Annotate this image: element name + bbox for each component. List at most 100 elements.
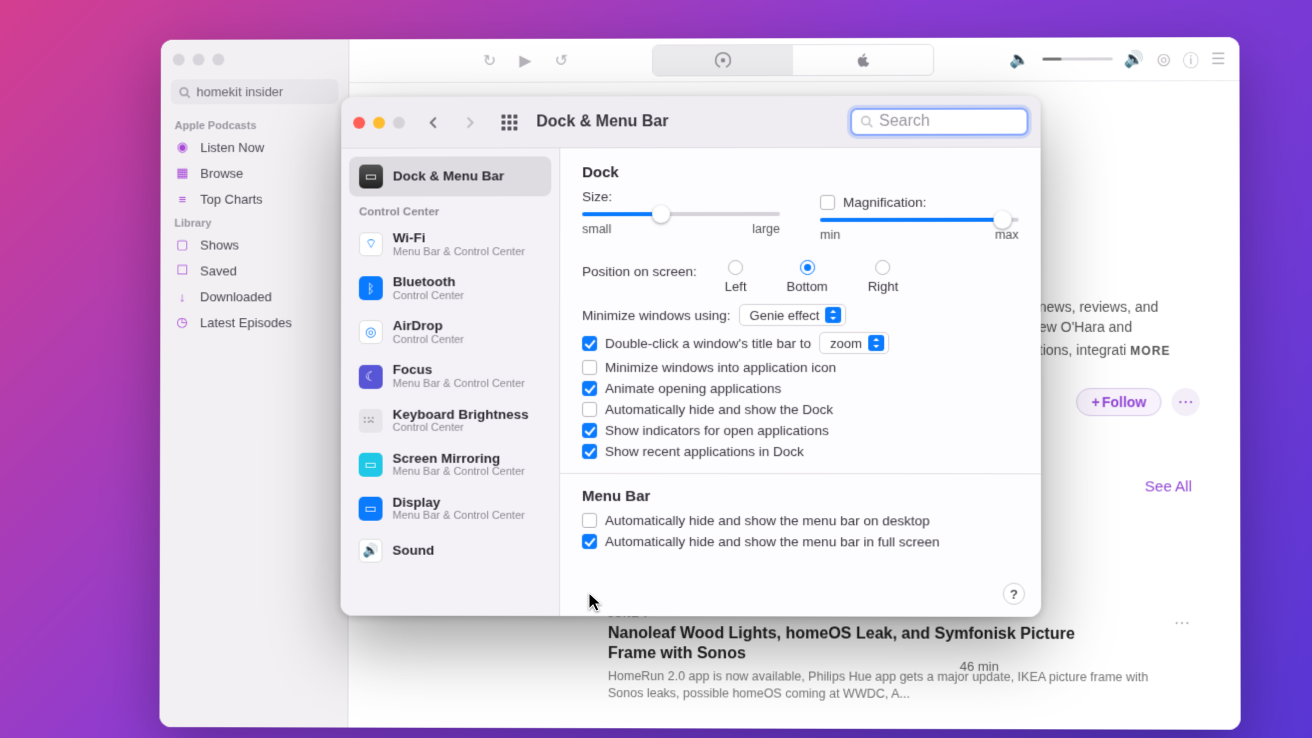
section-apple-podcasts: Apple Podcasts xyxy=(161,114,349,134)
nav-browse[interactable]: ▦Browse xyxy=(161,160,349,186)
airplay-icon[interactable]: ◎ xyxy=(1157,49,1171,69)
screen-mirroring-icon: ▭ xyxy=(359,453,383,477)
airdrop-icon: ◎ xyxy=(359,320,383,344)
sidebar-item-sound[interactable]: 🔊 Sound xyxy=(349,531,551,571)
position-left-radio[interactable] xyxy=(728,260,743,275)
volume-slider[interactable] xyxy=(1042,57,1112,60)
minimize-using-popup[interactable]: Genie effect xyxy=(739,304,847,326)
info-icon[interactable]: ⓘ xyxy=(1183,47,1199,71)
nav-latest[interactable]: ◷Latest Episodes xyxy=(160,309,348,335)
now-playing[interactable] xyxy=(652,43,934,76)
sound-icon: 🔊 xyxy=(359,539,383,563)
chart-icon: ≡ xyxy=(174,191,190,207)
volume-low-icon: 🔈 xyxy=(1010,49,1030,69)
repeat-icon[interactable]: ↺ xyxy=(550,49,572,71)
sidebar-heading-control-center: Control Center xyxy=(349,196,551,222)
window-controls[interactable] xyxy=(353,116,405,128)
section-library: Library xyxy=(161,212,349,232)
nav-listen-now[interactable]: ◉Listen Now xyxy=(161,134,349,160)
sidebar-item-wifi[interactable]: ⌔ Wi-FiMenu Bar & Control Center xyxy=(349,222,551,266)
play-circle-icon: ◉ xyxy=(175,139,191,155)
chevron-updown-icon xyxy=(826,307,842,323)
moon-icon: ☾ xyxy=(359,365,383,389)
wifi-icon: ⌔ xyxy=(359,232,383,256)
zoom-icon[interactable] xyxy=(393,116,405,128)
show-indicators-checkbox[interactable] xyxy=(582,423,597,438)
magnification-label: Magnification: xyxy=(843,195,926,210)
episode-duration: 46 min xyxy=(960,659,999,674)
window-controls[interactable] xyxy=(161,39,349,73)
display-icon: ▭ xyxy=(359,497,383,521)
magnification-checkbox[interactable] xyxy=(820,195,835,210)
grid-icon: ▦ xyxy=(174,165,190,181)
bookmark-icon: ☐ xyxy=(174,263,190,279)
doubleclick-checkbox[interactable] xyxy=(582,336,597,351)
show-all-button[interactable] xyxy=(498,111,520,133)
see-all-link[interactable]: See All xyxy=(1145,478,1192,495)
podcasts-sidebar: homekit insider Apple Podcasts ◉Listen N… xyxy=(159,39,349,727)
bluetooth-icon: ᛒ xyxy=(359,276,383,300)
keyboard-brightness-icon xyxy=(359,409,383,433)
more-link[interactable]: MORE xyxy=(1130,343,1170,360)
position-label: Position on screen: xyxy=(582,264,697,279)
sidebar-item-airdrop[interactable]: ◎ AirDropControl Center xyxy=(349,310,551,354)
search-input[interactable]: homekit insider xyxy=(171,79,339,104)
position-bottom-radio[interactable] xyxy=(800,260,815,275)
episode-more-icon[interactable]: ⋯ xyxy=(1174,613,1190,633)
animate-opening-checkbox[interactable] xyxy=(582,381,597,396)
more-actions-button[interactable]: ⋯ xyxy=(1172,388,1200,416)
shuffle-icon[interactable]: ↻ xyxy=(479,49,501,71)
sidebar-item-screen-mirroring[interactable]: ▭ Screen MirroringMenu Bar & Control Cen… xyxy=(349,443,551,487)
nav-shows[interactable]: ▢Shows xyxy=(160,231,348,257)
search-icon xyxy=(860,115,873,128)
forward-button[interactable] xyxy=(457,109,483,135)
minimize-icon[interactable] xyxy=(373,116,385,128)
back-button[interactable] xyxy=(421,109,447,135)
clock-icon: ◷ xyxy=(174,314,190,330)
prefs-search-input[interactable]: Search xyxy=(850,107,1028,135)
minimize-into-app-checkbox[interactable] xyxy=(582,360,597,375)
nav-saved[interactable]: ☐Saved xyxy=(160,257,348,283)
sidebar-item-bluetooth[interactable]: ᛒ BluetoothControl Center xyxy=(349,266,551,310)
chevron-updown-icon xyxy=(868,335,884,351)
size-label: Size: xyxy=(582,189,780,204)
prefs-content: Dock Size: smalllarge Magnification: min… xyxy=(560,148,1041,617)
volume-high-icon: 🔊 xyxy=(1125,49,1145,69)
size-slider[interactable] xyxy=(582,212,780,216)
stack-icon: ▢ xyxy=(174,237,190,253)
minimize-using-label: Minimize windows using: xyxy=(582,307,730,322)
menubar-heading: Menu Bar xyxy=(582,488,1019,505)
prefs-titlebar: Dock & Menu Bar Search xyxy=(341,96,1040,149)
episode-title[interactable]: Nanoleaf Wood Lights, homeOS Leak, and S… xyxy=(608,624,1079,665)
dock-heading: Dock xyxy=(582,164,1018,182)
plus-icon: + xyxy=(1092,394,1100,410)
download-icon: ↓ xyxy=(174,288,190,304)
list-icon[interactable]: ☰ xyxy=(1211,49,1225,69)
episode-description: HomeRun 2.0 app is now available, Philip… xyxy=(608,668,1170,703)
prefs-sidebar: ▭ Dock & Menu Bar Control Center ⌔ Wi-Fi… xyxy=(341,148,561,616)
window-title: Dock & Menu Bar xyxy=(536,113,668,131)
close-icon[interactable] xyxy=(353,116,365,128)
podcast-icon xyxy=(714,51,732,69)
sidebar-item-keyboard-brightness[interactable]: Keyboard BrightnessControl Center xyxy=(349,399,551,443)
doubleclick-action-popup[interactable]: zoom xyxy=(819,332,889,354)
search-icon xyxy=(179,86,191,98)
show-recent-checkbox[interactable] xyxy=(582,444,597,459)
autohide-menubar-fullscreen-checkbox[interactable] xyxy=(582,534,597,549)
help-button[interactable]: ? xyxy=(1003,583,1025,605)
position-right-radio[interactable] xyxy=(876,260,891,275)
autohide-menubar-desktop-checkbox[interactable] xyxy=(582,513,597,528)
podcast-description: news, reviews, and ew O'Hara and tions, … xyxy=(1039,298,1210,361)
nav-downloaded[interactable]: ↓Downloaded xyxy=(160,283,348,309)
follow-button[interactable]: +Follow xyxy=(1076,388,1161,416)
apple-icon xyxy=(854,50,872,68)
sidebar-item-focus[interactable]: ☾ FocusMenu Bar & Control Center xyxy=(349,354,551,398)
nav-top-charts[interactable]: ≡Top Charts xyxy=(161,186,349,212)
dock-menubar-icon: ▭ xyxy=(359,165,383,189)
play-icon[interactable]: ▶ xyxy=(515,49,537,71)
sidebar-item-dock-menubar[interactable]: ▭ Dock & Menu Bar xyxy=(349,156,551,196)
system-preferences-window: Dock & Menu Bar Search ▭ Dock & Menu Bar… xyxy=(341,96,1042,617)
magnification-slider[interactable] xyxy=(820,218,1019,222)
sidebar-item-display[interactable]: ▭ DisplayMenu Bar & Control Center xyxy=(349,487,551,531)
autohide-dock-checkbox[interactable] xyxy=(582,402,597,417)
